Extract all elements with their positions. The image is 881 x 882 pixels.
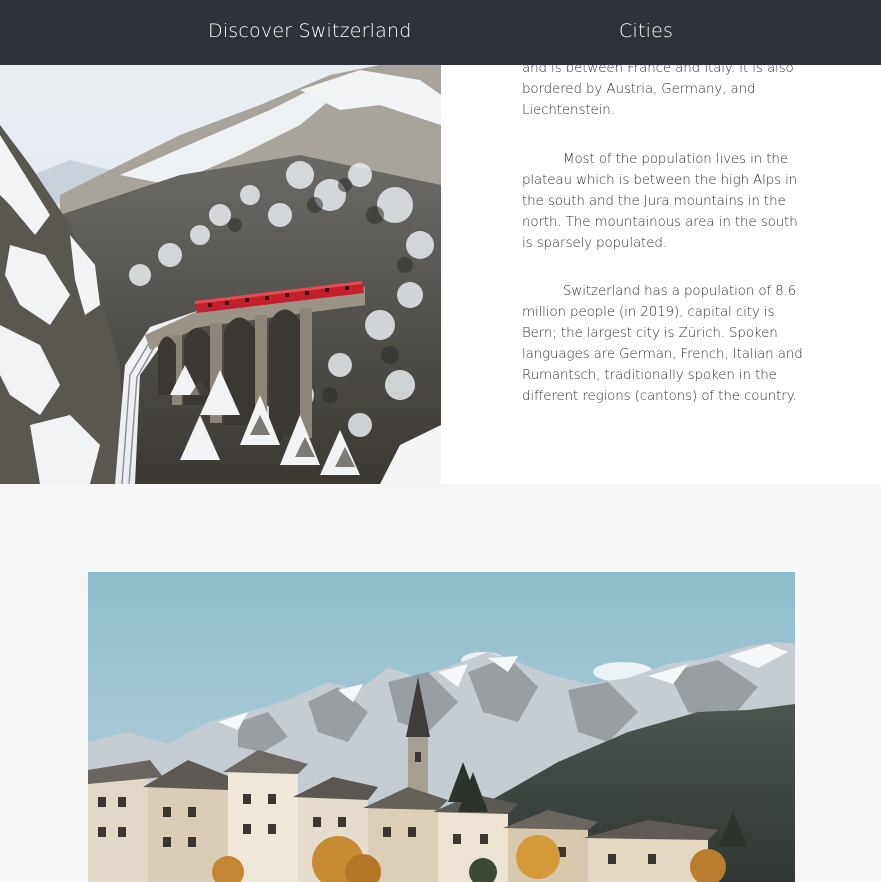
nav-cities-link[interactable]: Cities <box>619 0 673 65</box>
intro-text-column: and is between France and Italy. It is a… <box>522 65 812 484</box>
train-viaduct-photo <box>0 65 441 484</box>
intro-section: and is between France and Italy. It is a… <box>0 65 881 484</box>
intro-paragraph-2: Most of the population lives in the plat… <box>522 152 798 251</box>
page: Discover Switzerland Cities and is betwe… <box>0 0 881 882</box>
intro-paragraph-3: Switzerland has a population of 8.6 mill… <box>522 284 803 404</box>
top-navbar: Discover Switzerland Cities <box>0 0 881 65</box>
nav-brand-link[interactable]: Discover Switzerland <box>208 0 412 65</box>
cities-section <box>0 484 881 882</box>
alpine-village-photo <box>88 572 795 882</box>
intro-paragraph-1: and is between France and Italy. It is a… <box>522 65 794 118</box>
